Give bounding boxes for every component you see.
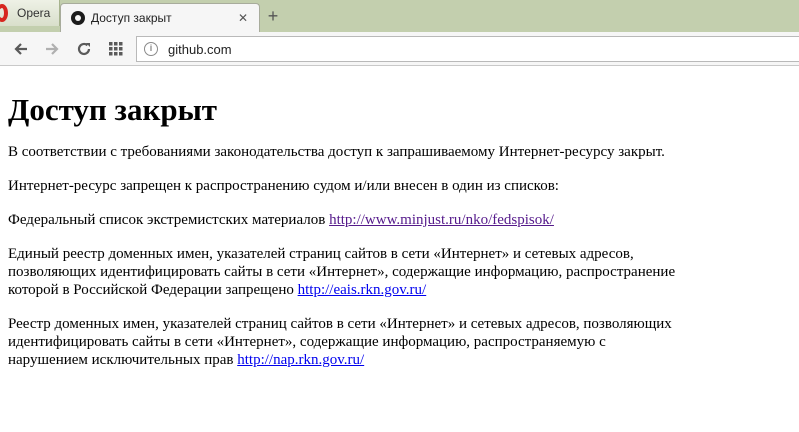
forward-arrow-icon bbox=[46, 43, 59, 55]
eais-link[interactable]: http://eais.rkn.gov.ru/ bbox=[298, 282, 427, 298]
page-title: Доступ закрыт bbox=[8, 92, 218, 127]
new-tab-button[interactable]: + bbox=[262, 6, 284, 26]
site-info-icon[interactable]: i bbox=[144, 42, 158, 56]
address-bar[interactable]: i github.com bbox=[136, 36, 799, 62]
forward-button[interactable] bbox=[42, 39, 62, 59]
tab-active[interactable]: Доступ закрыт ✕ bbox=[60, 3, 260, 32]
list-item-minjust-text: Федеральный список экстремистских матери… bbox=[8, 212, 326, 228]
reload-icon bbox=[77, 42, 91, 56]
back-arrow-icon bbox=[14, 43, 27, 55]
page-content: Доступ закрыт В соответствии с требовани… bbox=[8, 67, 788, 385]
list-item-minjust: Федеральный список экстремистских матери… bbox=[8, 211, 676, 229]
opera-menu-button[interactable]: Opera bbox=[0, 0, 60, 26]
navigation-toolbar: i github.com bbox=[0, 32, 799, 66]
nap-link[interactable]: http://nap.rkn.gov.ru/ bbox=[237, 352, 364, 368]
intro-paragraph: В соответствии с требованиями законодате… bbox=[8, 144, 665, 160]
opera-logo-icon bbox=[0, 4, 8, 22]
list-item-nap: Реестр доменных имен, указателей страниц… bbox=[8, 315, 676, 369]
reload-button[interactable] bbox=[74, 39, 94, 59]
tab-strip: Opera Доступ закрыт ✕ + bbox=[0, 0, 799, 32]
opera-menu-label: Opera bbox=[17, 6, 51, 20]
close-tab-icon[interactable]: ✕ bbox=[235, 11, 251, 25]
speed-dial-button[interactable] bbox=[106, 39, 126, 59]
list-item-eais: Единый реестр доменных имен, указателей … bbox=[8, 245, 676, 299]
back-button[interactable] bbox=[11, 39, 31, 59]
github-favicon-icon bbox=[71, 11, 85, 25]
address-text[interactable]: github.com bbox=[168, 42, 232, 57]
grid-icon bbox=[109, 42, 123, 56]
minjust-link[interactable]: http://www.minjust.ru/nko/fedspisok/ bbox=[329, 212, 554, 228]
tab-title: Доступ закрыт bbox=[91, 11, 172, 25]
reason-paragraph: Интернет-ресурс запрещен к распространен… bbox=[8, 178, 559, 194]
